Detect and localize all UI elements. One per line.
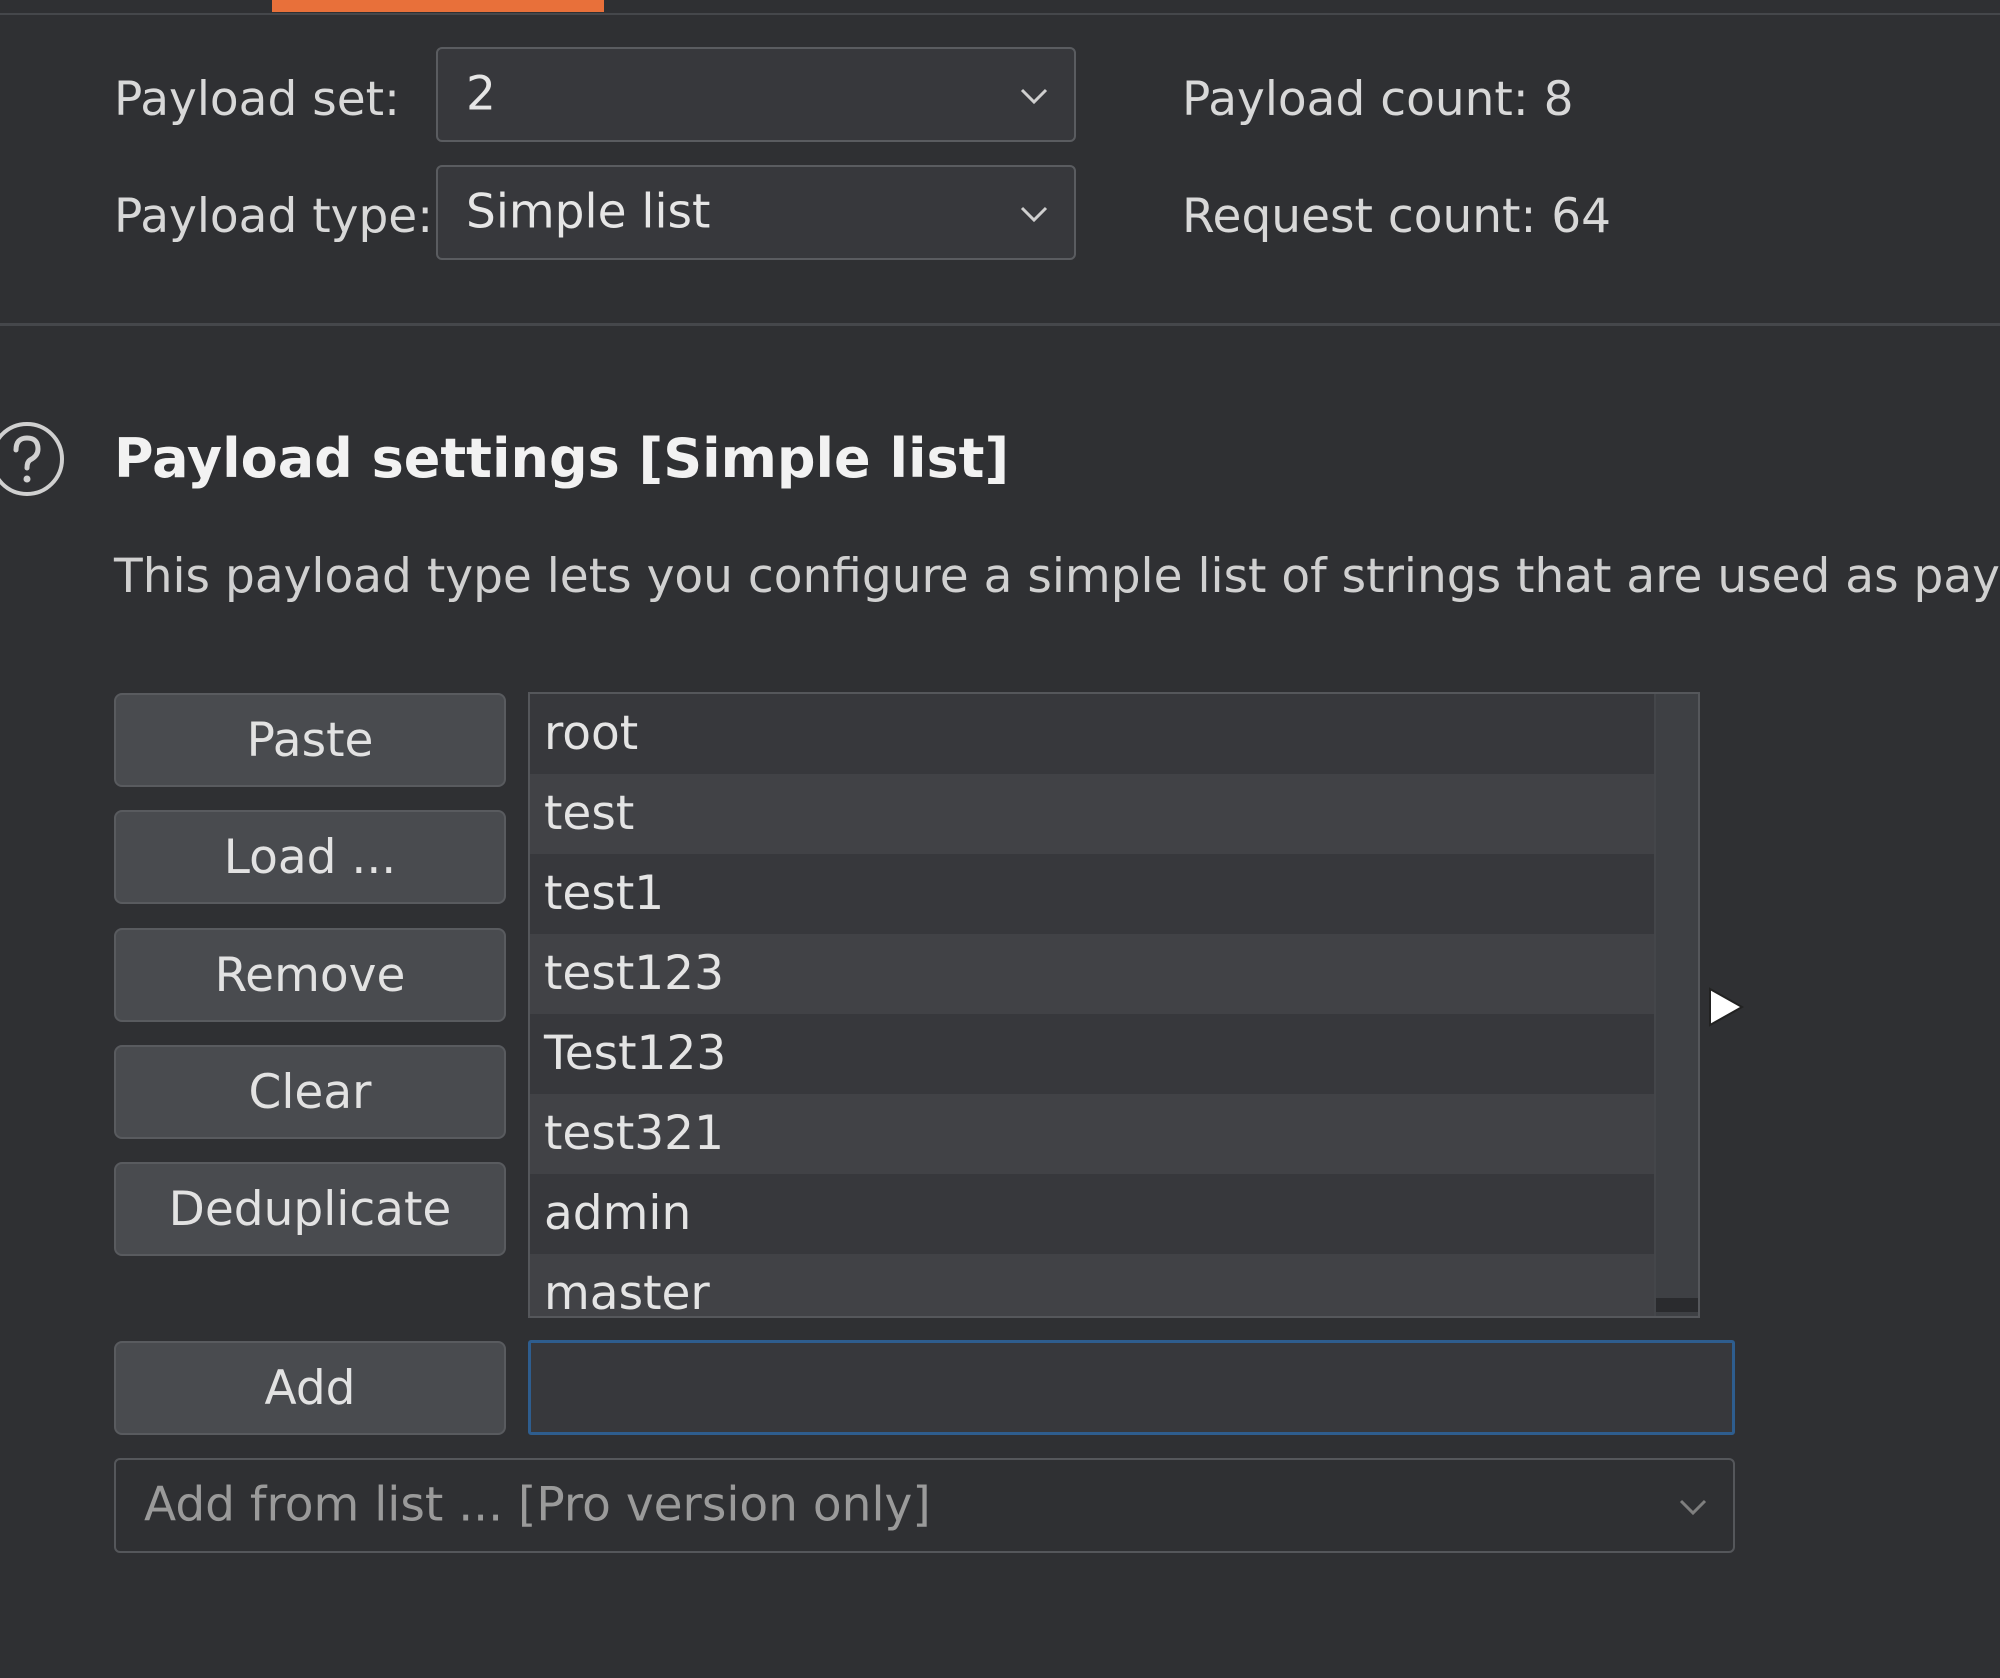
list-item[interactable]: master: [530, 1254, 1654, 1316]
list-item[interactable]: Test123: [530, 1014, 1654, 1094]
help-icon[interactable]: [0, 418, 68, 500]
list-item[interactable]: admin: [530, 1174, 1654, 1254]
active-tab-indicator: [272, 0, 604, 12]
add-payload-input[interactable]: [528, 1340, 1735, 1435]
add-button[interactable]: Add: [114, 1341, 506, 1435]
tab-strip: [0, 0, 2000, 15]
payload-set-label: Payload set:: [114, 72, 400, 127]
add-from-list-select[interactable]: Add from list ... [Pro version only]: [114, 1458, 1735, 1553]
section-divider: [0, 323, 2000, 326]
chevron-down-icon: [1679, 1499, 1707, 1515]
add-from-list-value: Add from list ... [Pro version only]: [144, 1477, 931, 1533]
list-item[interactable]: test123: [530, 934, 1654, 1014]
clear-button[interactable]: Clear: [114, 1045, 506, 1139]
list-item[interactable]: test: [530, 774, 1654, 854]
payload-set-value: 2: [466, 66, 496, 122]
deduplicate-button[interactable]: Deduplicate: [114, 1162, 506, 1256]
paste-button[interactable]: Paste: [114, 693, 506, 787]
payloads-panel: Payload set: 2 Payload count: 8 Payload …: [0, 0, 2000, 1678]
section-description: This payload type lets you configure a s…: [114, 549, 2000, 604]
load-button[interactable]: Load ...: [114, 810, 506, 904]
scrollbar-thumb[interactable]: [1656, 1298, 1698, 1312]
list-item[interactable]: root: [530, 694, 1654, 774]
list-item[interactable]: test1: [530, 854, 1654, 934]
payload-type-label: Payload type:: [114, 189, 434, 244]
payload-type-select[interactable]: Simple list: [436, 165, 1076, 260]
payload-count: Payload count: 8: [1182, 72, 1574, 127]
list-item[interactable]: test321: [530, 1094, 1654, 1174]
section-title: Payload settings [Simple list]: [114, 427, 1010, 490]
payload-list[interactable]: root test test1 test123 Test123 test321 …: [528, 692, 1700, 1318]
chevron-down-icon: [1020, 206, 1048, 222]
list-scrollbar[interactable]: [1654, 694, 1698, 1316]
remove-button[interactable]: Remove: [114, 928, 506, 1022]
payload-type-value: Simple list: [466, 184, 711, 240]
chevron-down-icon: [1020, 88, 1048, 104]
mouse-pointer-icon: [1709, 987, 1745, 1027]
payload-set-select[interactable]: 2: [436, 47, 1076, 142]
request-count: Request count: 64: [1182, 189, 1612, 244]
